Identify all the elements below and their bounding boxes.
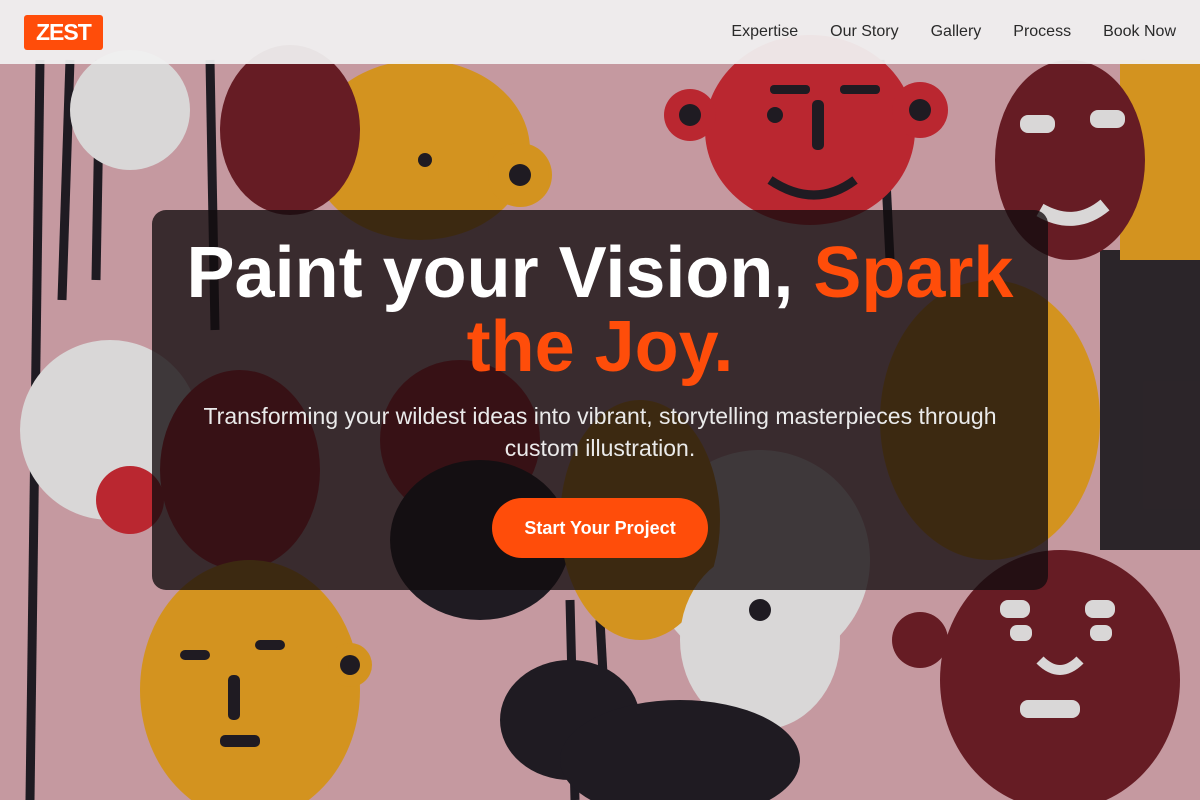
main-nav: Expertise Our Story Gallery Process Book…	[731, 23, 1176, 41]
hero-subtitle: Transforming your wildest ideas into vib…	[203, 403, 997, 461]
nav-link-gallery[interactable]: Gallery	[931, 23, 982, 41]
site-header: ZEST Expertise Our Story Gallery Process…	[0, 0, 1200, 64]
hero-card: Paint your Vision, Spark the Joy. Transf…	[152, 210, 1048, 590]
nav-link-our-story[interactable]: Our Story	[830, 23, 898, 41]
hero-title: Paint your Vision, Spark the Joy.	[152, 236, 1048, 384]
hero-title-main: Paint your Vision,	[186, 233, 814, 313]
nav-link-expertise[interactable]: Expertise	[731, 23, 798, 41]
start-project-button[interactable]: Start Your Project	[492, 498, 708, 558]
logo[interactable]: ZEST	[24, 14, 103, 50]
nav-link-process[interactable]: Process	[1013, 23, 1071, 41]
nav-link-book-now[interactable]: Book Now	[1103, 23, 1176, 41]
